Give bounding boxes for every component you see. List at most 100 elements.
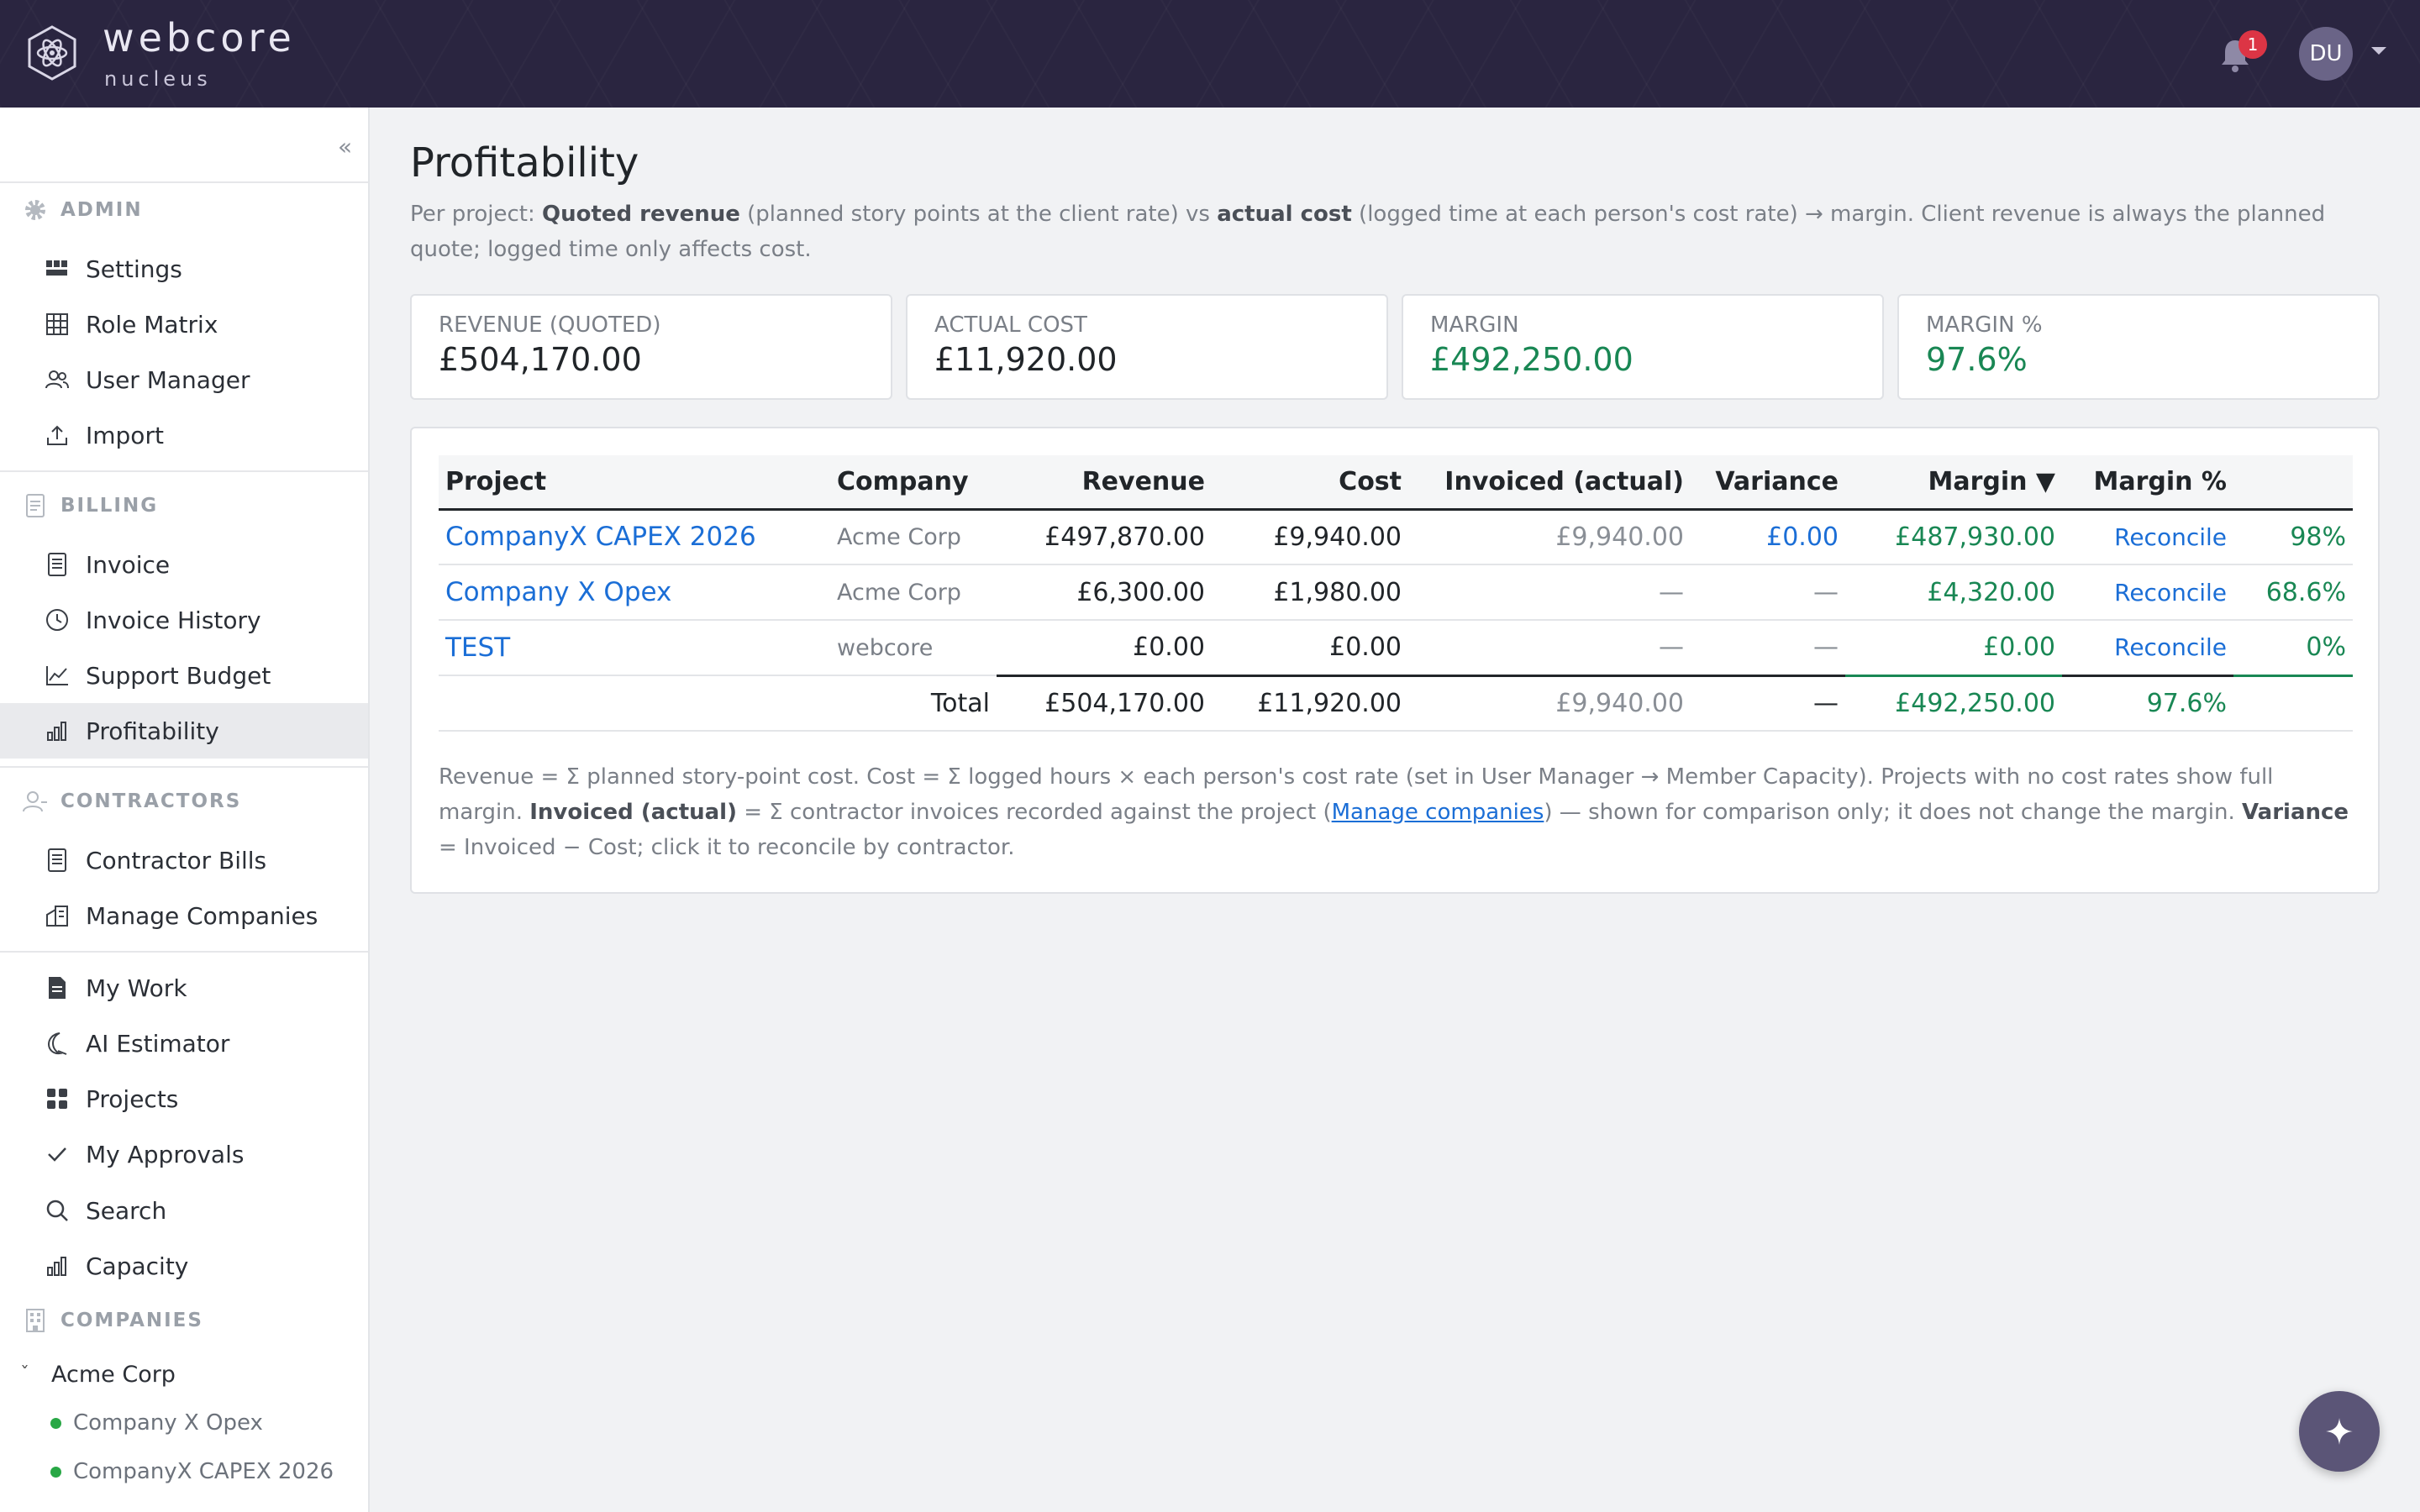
ai-assistant-button[interactable] xyxy=(2299,1391,2380,1472)
sidebar-item-label: Capacity xyxy=(86,1252,189,1280)
company-acme-corp[interactable]: ˇ Acme Corp xyxy=(20,1357,176,1391)
project-link[interactable]: Company X Opex xyxy=(439,564,830,621)
sidebar-item-my-approvals[interactable]: My Approvals xyxy=(0,1126,368,1182)
sidebar-item-label: Invoice History xyxy=(86,606,261,634)
margin-cell: £0.00 xyxy=(1845,620,2062,676)
sidebar-item-label: Invoice xyxy=(86,550,171,579)
divider xyxy=(0,951,368,953)
sidebar-item-search[interactable]: Search xyxy=(0,1183,368,1238)
document-icon xyxy=(22,492,49,519)
reconcile-link[interactable]: Reconcile xyxy=(2062,564,2233,621)
sidebar-item-label: Import xyxy=(86,421,164,449)
line-chart-icon xyxy=(44,662,71,689)
reconcile-link[interactable]: Reconcile xyxy=(2062,509,2233,565)
apps-icon xyxy=(44,1085,71,1112)
users-icon xyxy=(44,366,71,393)
variance-link[interactable]: £0.00 xyxy=(1691,509,1845,565)
atom-icon[interactable] xyxy=(27,25,77,81)
note-bold: Invoiced (actual) xyxy=(529,800,737,825)
cost-cell: £1,980.00 xyxy=(1212,564,1408,621)
manage-companies-link[interactable]: Manage companies xyxy=(1332,800,1544,825)
total-row: Total £504,170.00 £11,920.00 £9,940.00 —… xyxy=(439,674,2353,732)
project-link[interactable]: CompanyX CAPEX 2026 xyxy=(439,509,830,565)
margin-pct-cell: 0% xyxy=(2233,620,2353,676)
sidebar-item-manage-companies[interactable]: Manage Companies xyxy=(0,888,368,943)
sidebar-item-projects[interactable]: Projects xyxy=(0,1071,368,1126)
col-margin-pct[interactable]: Margin % xyxy=(2062,455,2233,511)
avatar[interactable]: DU xyxy=(2299,27,2353,81)
invoiced-cell: £9,940.00 xyxy=(1408,509,1691,565)
section-admin-label: ADMIN xyxy=(60,199,143,221)
invoiced-cell: — xyxy=(1408,620,1691,676)
desc-bold: actual cost xyxy=(1217,202,1352,227)
variance-cell: — xyxy=(1691,564,1845,621)
company-project-item[interactable]: CompanyX CAPEX 2026 xyxy=(50,1455,334,1488)
sidebar-item-profitability[interactable]: Profitability xyxy=(0,703,368,759)
sidebar-item-my-work[interactable]: My Work xyxy=(0,960,368,1016)
divider xyxy=(0,181,368,183)
col-margin-sorted[interactable]: Margin ▼ xyxy=(1845,455,2062,511)
sidebar-item-ai-estimator[interactable]: AI Estimator xyxy=(0,1016,368,1071)
section-companies: COMPANIES xyxy=(22,1304,203,1337)
file-icon xyxy=(44,974,71,1001)
profitability-table: Project Company Revenue Cost Invoiced (a… xyxy=(439,455,2353,732)
sidebar-item-contractor-bills[interactable]: Contractor Bills xyxy=(0,832,368,888)
sidebar-item-role-matrix[interactable]: Role Matrix xyxy=(0,297,368,352)
bar-chart-icon xyxy=(44,717,71,744)
col-invoiced[interactable]: Invoiced (actual) xyxy=(1408,455,1691,511)
user-icon xyxy=(22,788,49,815)
sidebar-item-user-manager[interactable]: User Manager xyxy=(0,352,368,407)
sidebar-item-capacity[interactable]: Capacity xyxy=(0,1238,368,1294)
table-row: Company X Opex Acme Corp £6,300.00 £1,98… xyxy=(439,564,2353,621)
margin-value: £492,250.00 xyxy=(1430,341,1634,378)
sidebar-item-label: Search xyxy=(86,1196,167,1225)
sidebar-item-invoice[interactable]: Invoice xyxy=(0,537,368,592)
sidebar-item-label: Contractor Bills xyxy=(86,846,267,874)
company-project-item[interactable]: Company X Opex xyxy=(50,1406,263,1440)
receipt-icon xyxy=(44,847,71,874)
gear-icon xyxy=(22,197,49,223)
section-billing-label: BILLING xyxy=(60,495,159,517)
top-bar: webcore nucleus 1 DU xyxy=(0,0,2420,108)
col-variance[interactable]: Variance xyxy=(1691,455,1845,511)
collapse-sidebar-icon[interactable]: « xyxy=(338,133,352,160)
chevron-down-icon[interactable]: ˇ xyxy=(20,1364,29,1385)
desc-text: (planned story points at the client rate… xyxy=(739,202,1218,227)
sidebar-item-invoice-history[interactable]: Invoice History xyxy=(0,592,368,648)
section-contractors: CONTRACTORS xyxy=(22,785,241,818)
project-link[interactable]: TEST xyxy=(439,620,830,676)
margin-pct-cell: 68.6% xyxy=(2233,564,2353,621)
brand-name[interactable]: webcore xyxy=(103,15,296,60)
margin-pct-cell: 98% xyxy=(2233,509,2353,565)
sidebar-item-settings[interactable]: Settings xyxy=(0,241,368,297)
search-icon xyxy=(44,1197,71,1224)
notification-badge[interactable]: 1 xyxy=(2238,30,2267,59)
cost-card: ACTUAL COST £11,920.00 xyxy=(906,294,1388,400)
status-dot-icon xyxy=(50,1466,61,1478)
upload-icon xyxy=(44,422,71,449)
margin-pct-card: MARGIN % 97.6% xyxy=(1897,294,2380,400)
reconcile-link[interactable]: Reconcile xyxy=(2062,620,2233,676)
chevron-down-icon[interactable] xyxy=(2371,47,2386,55)
cost-cell: £0.00 xyxy=(1212,620,1408,676)
col-cost[interactable]: Cost xyxy=(1212,455,1408,511)
sidebar-item-support-budget[interactable]: Support Budget xyxy=(0,648,368,703)
clock-icon xyxy=(44,606,71,633)
sidebar-item-import[interactable]: Import xyxy=(0,407,368,463)
company-cell: Acme Corp xyxy=(830,509,997,565)
variance-cell: — xyxy=(1691,620,1845,676)
desc-bold: Quoted revenue xyxy=(541,202,740,227)
sidebar-item-label: User Manager xyxy=(86,365,250,394)
col-revenue[interactable]: Revenue xyxy=(997,455,1212,511)
col-project[interactable]: Project xyxy=(439,455,830,511)
invoiced-cell: — xyxy=(1408,564,1691,621)
building-icon xyxy=(22,1307,49,1334)
note-text: = Invoiced − Cost; click it to reconcile… xyxy=(439,835,1015,860)
total-cost: £11,920.00 xyxy=(1212,674,1408,732)
brand-subtitle: nucleus xyxy=(104,67,212,91)
margin-cell: £4,320.00 xyxy=(1845,564,2062,621)
total-margin: £492,250.00 xyxy=(1845,674,2062,732)
page-description: Per project: Quoted revenue (planned sto… xyxy=(410,197,2385,267)
col-company[interactable]: Company xyxy=(830,455,997,511)
sidebar-item-label: Role Matrix xyxy=(86,310,218,339)
